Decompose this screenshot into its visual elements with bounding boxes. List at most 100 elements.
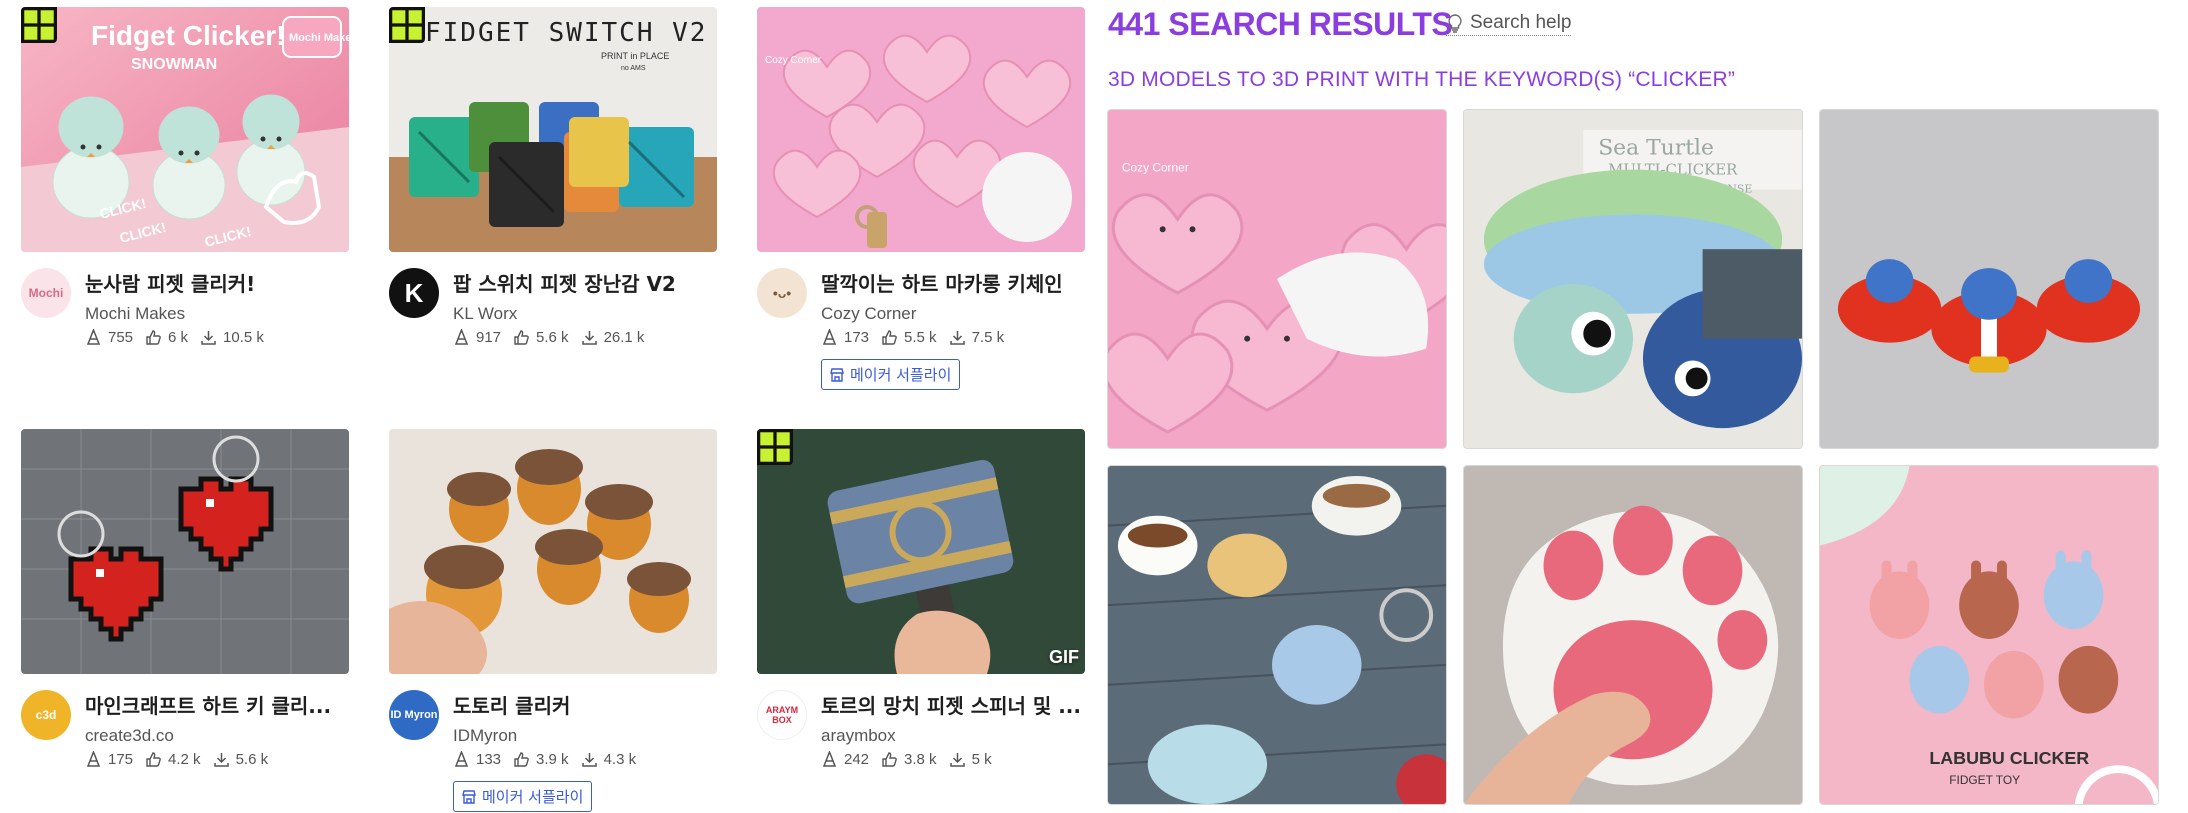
avatar[interactable]: c3d [21, 690, 71, 740]
avatar[interactable]: K [389, 268, 439, 318]
image-headline: Sea Turtle [1598, 136, 1714, 161]
stat-value: 3.9 k [536, 751, 569, 768]
model-title[interactable]: 마인크래프트 하트 키 클리... [85, 690, 347, 719]
stat-likes: 4.2 k [145, 751, 201, 768]
maker-supply-tag[interactable]: 메이커 서플라이 [453, 781, 593, 812]
stats-row: 242 3.8 k 5 k [821, 751, 992, 768]
avatar-text: ID Myron [390, 709, 438, 721]
image-subheadline: FIDGET TOY [1949, 773, 2020, 787]
stat-views: 173 [821, 329, 869, 346]
avatar[interactable]: ARAYM BOX [757, 690, 807, 740]
search-results-panel: 441 SEARCH RESULTS Search help 3D MODELS… [1106, 0, 2188, 813]
result-thumbnail[interactable]: Sea Turtle MULTI-CLICKER PERSONAL USE LI… [1463, 109, 1803, 449]
stat-views: 175 [85, 751, 133, 768]
model-title[interactable]: 도토리 클리커 [453, 690, 715, 719]
heart-macaron-image: Cozy Corner [757, 7, 1085, 252]
model-title[interactable]: 눈사람 피젯 클리커! [85, 268, 347, 297]
stat-likes: 6 k [145, 329, 188, 346]
stat-value: 755 [108, 329, 134, 346]
model-card[interactable]: ID Myron 도토리 클리커 IDMyron 133 3.9 k 4.3 k [389, 429, 717, 812]
stat-value: 26.1 k [603, 329, 645, 346]
gif-badge: GIF [1049, 647, 1079, 667]
model-thumbnail[interactable] [21, 429, 349, 674]
stat-downloads: 5.6 k [213, 751, 268, 768]
maker-supply-tag[interactable]: 메이커 서플라이 [821, 359, 961, 390]
keyword-subheading: 3D MODELS TO 3D PRINT WITH THE KEYWORD(S… [1108, 68, 1736, 91]
avatar-text: Mochi [28, 286, 64, 300]
model-title[interactable]: 토르의 망치 피젯 스피너 및 ... [821, 690, 1083, 719]
stat-value: 175 [108, 751, 134, 768]
premium-badge-icon [757, 429, 793, 465]
model-title[interactable]: 딸깍이는 하트 마카롱 키체인 [821, 268, 1083, 297]
acorn-image [389, 429, 717, 674]
lightbulb-icon [1448, 14, 1462, 33]
result-thumbnail[interactable]: Cozy Corner [1107, 109, 1447, 449]
model-thumbnail[interactable] [389, 429, 717, 674]
downloads-cone-icon [822, 329, 837, 345]
model-card[interactable]: c3d 마인크래프트 하트 키 클리... create3d.co 175 4.… [21, 429, 349, 808]
stat-likes: 3.8 k [881, 751, 937, 768]
results-count-heading: 441 SEARCH RESULTS [1108, 6, 1453, 42]
maker-tag-label: 메이커 서플라이 [850, 366, 952, 384]
result-thumbnail[interactable] [1107, 465, 1447, 805]
stitch-cars-image [1820, 110, 2158, 448]
model-thumbnail[interactable]: Fidget Clicker! SNOWMAN Mochi Makes CLIC… [21, 7, 349, 252]
cat-paw-image [1464, 466, 1802, 804]
avatar-text: K [404, 277, 424, 308]
stat-downloads: 10.5 k [200, 329, 264, 346]
stat-downloads: 7.5 k [949, 329, 1004, 346]
thor-hammer-image [757, 429, 1085, 674]
model-card[interactable]: Cozy Corner •ᴗ• 딸깍이는 하트 마카롱 키체인 Cozy Cor… [757, 7, 1085, 390]
model-thumbnail[interactable]: Cozy Corner [757, 7, 1085, 252]
image-subheadline: no AMS [621, 65, 646, 72]
stat-views: 917 [453, 329, 501, 346]
download-icon [949, 753, 965, 767]
author-name[interactable]: IDMyron [453, 726, 517, 746]
stat-views: 242 [821, 751, 869, 768]
avatar[interactable]: Mochi [21, 268, 71, 318]
model-thumbnail[interactable]: GIF [757, 429, 1085, 674]
result-thumbnail[interactable] [1819, 109, 2159, 449]
author-name[interactable]: Cozy Corner [821, 304, 916, 324]
result-thumbnail[interactable]: LABUBU CLICKER FIDGET TOY [1819, 465, 2159, 805]
image-subheadline: PRINT in PLACE [601, 51, 669, 61]
image-logo: Cozy Corner [1122, 161, 1189, 175]
image-headline: LABUBU CLICKER [1929, 748, 2089, 768]
stat-value: 5.5 k [904, 329, 937, 346]
stat-value: 4.3 k [603, 751, 637, 768]
search-help-link[interactable]: Search help [1446, 12, 1572, 36]
model-card[interactable]: FIDGET SWITCH V2 PRINT in PLACE no AMS K… [389, 7, 717, 386]
avatar-text: •ᴗ• [772, 285, 792, 301]
avatar[interactable]: •ᴗ• [757, 268, 807, 318]
stat-value: 5.6 k [536, 329, 569, 346]
model-card[interactable]: GIF ARAYM BOX 토르의 망치 피젯 스피너 및 ... araymb… [757, 429, 1085, 808]
model-card[interactable]: Fidget Clicker! SNOWMAN Mochi Makes CLIC… [21, 7, 349, 386]
image-headline: Fidget Clicker! [91, 20, 285, 51]
labubu-image: LABUBU CLICKER FIDGET TOY [1820, 466, 2158, 804]
author-name[interactable]: KL Worx [453, 304, 517, 324]
stat-likes: 5.6 k [513, 329, 569, 346]
author-name[interactable]: araymbox [821, 726, 896, 746]
model-title[interactable]: 팝 스위치 피젯 장난감 V2 [453, 268, 715, 297]
stat-views: 133 [453, 751, 501, 768]
image-logo: Cozy Corner [765, 55, 822, 66]
stat-downloads: 4.3 k [581, 751, 637, 768]
download-icon [581, 753, 597, 767]
image-subheadline: SNOWMAN [131, 56, 217, 73]
stat-value: 133 [476, 751, 502, 768]
stats-row: 173 5.5 k 7.5 k [821, 329, 1004, 346]
avatar[interactable]: ID Myron [389, 690, 439, 740]
coffee-cups-image [1108, 466, 1446, 804]
sea-turtle-image: Sea Turtle MULTI-CLICKER PERSONAL USE LI… [1464, 110, 1802, 448]
downloads-cone-icon [86, 751, 101, 767]
result-thumbnail[interactable] [1463, 465, 1803, 805]
model-thumbnail[interactable]: FIDGET SWITCH V2 PRINT in PLACE no AMS [389, 7, 717, 252]
author-name[interactable]: create3d.co [85, 726, 174, 746]
snowman-image: Fidget Clicker! SNOWMAN Mochi Makes CLIC… [21, 7, 349, 252]
stat-value: 4.2 k [168, 751, 201, 768]
heart-macaron-closeup-image: Cozy Corner [1108, 110, 1446, 448]
premium-badge-icon [21, 7, 57, 43]
card-meta: •ᴗ• 딸깍이는 하트 마카롱 키체인 Cozy Corner 173 5.5 … [757, 266, 1085, 390]
stats-row: 133 3.9 k 4.3 k [453, 751, 636, 768]
author-name[interactable]: Mochi Makes [85, 304, 185, 324]
